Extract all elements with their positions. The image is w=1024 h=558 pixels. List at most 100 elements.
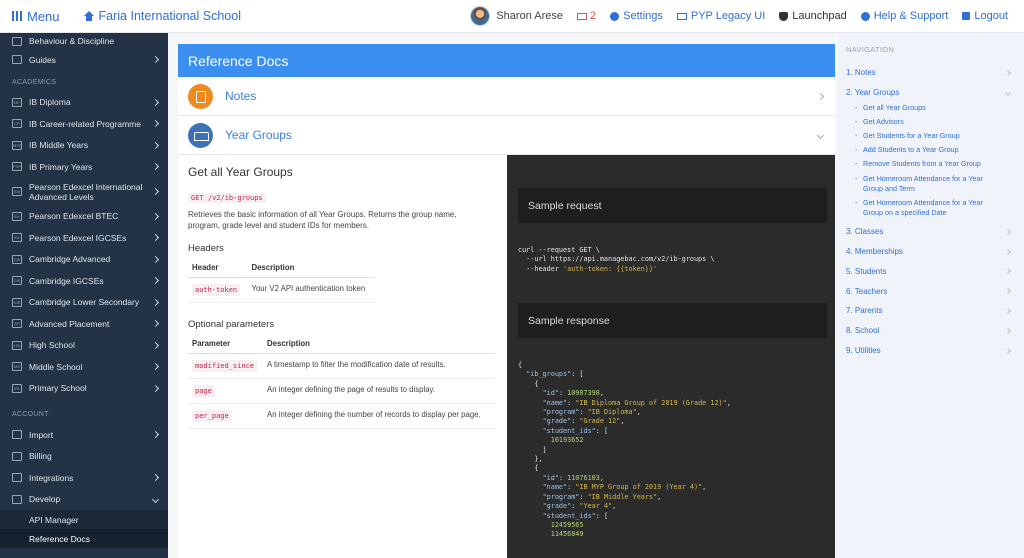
sample-request-code[interactable]: curl --request GET \ --url https://api.m… [518, 246, 827, 303]
academics-list: DP IB Diploma CP IB Career-related Programm… [0, 92, 168, 400]
sample-response-code[interactable]: { "ib_groups": [ { "id": 10907398, "name… [518, 361, 827, 540]
nav-subitem[interactable]: Add Students to a Year Group [846, 145, 1024, 155]
sidebar-item-guides[interactable]: Guides [0, 49, 168, 71]
chevron-right-icon [151, 187, 160, 196]
nav-subitem[interactable]: Remove Students from a Year Group [846, 159, 1024, 169]
nav-subitem[interactable]: Get all Year Groups [846, 103, 1024, 113]
sidebar-item-academic[interactable]: HS High School [0, 335, 168, 357]
logout-label: Logout [974, 10, 1008, 22]
home-icon [83, 11, 94, 21]
academics-heading: ACADEMICS [12, 78, 57, 86]
table-row: modified_since A timestamp to filter the… [188, 353, 494, 379]
nav-item[interactable]: 4. Memberships [846, 242, 1024, 262]
section-notes[interactable]: Notes [178, 77, 835, 116]
help-link[interactable]: Help & Support [860, 10, 948, 22]
sidebar-subitem-reference-docs[interactable]: Reference Docs [0, 529, 168, 548]
sidebar-item-behaviour[interactable]: Behaviour & Discipline [0, 33, 168, 49]
sidebar-item-academic[interactable]: CIE Cambridge Lower Secondary [0, 292, 168, 314]
sidebar-item-academic[interactable]: MS Middle School [0, 356, 168, 378]
sidebar-item-label: Cambridge Advanced [29, 254, 111, 265]
sidebar-item-academic[interactable]: PYP IB Primary Years [0, 156, 168, 178]
nav-item[interactable]: 3. Classes [846, 222, 1024, 242]
school-link[interactable]: Faria International School [83, 9, 241, 23]
program-icon: Ed [12, 233, 22, 243]
logout-link[interactable]: Logout [962, 10, 1008, 22]
sidebar-item-academic[interactable]: CP IB Career-related Programme [0, 113, 168, 135]
nav-subitem[interactable]: Get Advisors [846, 117, 1024, 127]
sidebar-item-academic[interactable]: MYP IB Middle Years [0, 135, 168, 157]
sidebar-item-academic[interactable]: Ed Pearson Edexcel BTEC [0, 206, 168, 228]
sample-request-title: Sample request [518, 188, 827, 223]
chevron-right-icon [151, 431, 160, 439]
program-icon: AP [12, 319, 22, 329]
flag-icon [12, 36, 22, 46]
notes-icon [188, 83, 213, 109]
launchpad-link[interactable]: Launchpad [779, 10, 847, 22]
sidebar-item-academic[interactable]: AP Advanced Placement [0, 313, 168, 335]
params-table: Parameter Description modified_since A t… [188, 336, 494, 429]
param-name: page [192, 385, 215, 397]
sidebar-item-label: IB Career-related Programme [29, 118, 141, 129]
nav-item[interactable]: 1. Notes [846, 63, 1024, 83]
chevron-down-icon [816, 131, 825, 139]
nav-subitem[interactable]: Get Homeroom Attendance for a Year Group… [846, 198, 1024, 218]
nav-item[interactable]: 5. Students [846, 262, 1024, 282]
sidebar-item-billing[interactable]: Billing [0, 446, 168, 468]
sidebar-item-label: Primary School [29, 383, 87, 394]
sidebar-item-academic[interactable]: Ed Pearson Edexcel IGCSEs [0, 227, 168, 249]
launchpad-label: Launchpad [792, 10, 847, 22]
sidebar-subitem-api-manager[interactable]: API Manager [0, 510, 168, 529]
sidebar-item-develop[interactable]: Develop [0, 489, 168, 511]
sidebar-item-label: High School [29, 340, 75, 351]
menu-label: Menu [27, 8, 60, 24]
gear-icon [610, 11, 620, 21]
nav-item[interactable]: 6. Teachers [846, 281, 1024, 301]
integrations-icon [12, 473, 22, 483]
table-row: page An integer defining the page of res… [188, 378, 494, 404]
chevron-right-icon [1005, 70, 1011, 76]
sidebar-item-label: IB Diploma [29, 97, 71, 108]
chevron-right-icon [151, 141, 160, 149]
sidebar-item-label: Cambridge IGCSEs [29, 275, 104, 286]
nav-item-label: 7. Parents [846, 306, 883, 316]
chevron-right-icon [1005, 268, 1011, 275]
sidebar-item-import[interactable]: Import [0, 424, 168, 446]
sidebar-item-integrations[interactable]: Integrations [0, 467, 168, 489]
sidebar-item-academic[interactable]: PS Primary School [0, 378, 168, 400]
code-panel: Sample request curl --request GET \ --ur… [507, 155, 835, 558]
chevron-right-icon [151, 98, 160, 106]
nav-item-label: 3. Classes [846, 227, 884, 237]
program-icon: PYP [12, 162, 22, 172]
year-groups-icon [188, 122, 213, 148]
sidebar-item-label: Pearson Edexcel BTEC [29, 211, 119, 222]
sidebar-item-academic[interactable]: CIE Cambridge IGCSEs [0, 270, 168, 292]
sidebar-item-academic[interactable]: EdI Pearson Edexcel International Advance… [0, 178, 168, 206]
nav-item[interactable]: 7. Parents [846, 301, 1024, 321]
sidebar-item-label: Integrations [29, 472, 74, 483]
pyp-legacy-link[interactable]: PYP Legacy UI [676, 10, 766, 22]
nav-item[interactable]: 8. School [846, 321, 1024, 341]
import-icon [12, 430, 22, 440]
chevron-right-icon [816, 92, 825, 100]
sample-response-title: Sample response [518, 303, 827, 338]
param-name: modified_since [192, 360, 258, 372]
nav-subitem[interactable]: Get Students for a Year Group [846, 131, 1024, 141]
sidebar-item-academic[interactable]: DP IB Diploma [0, 92, 168, 114]
settings-link[interactable]: Settings [610, 10, 663, 22]
sidebar-item-academic[interactable]: CIE Cambridge Advanced [0, 249, 168, 271]
table-row: per_page An integer defining the number … [188, 403, 494, 429]
user-profile[interactable]: Sharon Arese [470, 6, 563, 26]
headers-table: Header Description auth-token Your V2 AP… [188, 260, 374, 303]
nav-item[interactable]: 9. Utilities [846, 341, 1024, 361]
messages-link[interactable]: 2 [577, 10, 596, 22]
pyp-label: PYP Legacy UI [690, 10, 766, 22]
sidebar-item-label: Middle School [29, 361, 83, 372]
school-name: Faria International School [98, 9, 241, 23]
column-header: Description [263, 336, 494, 354]
sidebar: Behaviour & Discipline Guides ACADEMICS … [0, 33, 168, 558]
nav-item[interactable]: 2. Year Groups [846, 83, 1024, 103]
menu-button[interactable]: Menu [12, 9, 60, 24]
section-year-groups[interactable]: Year Groups [178, 116, 835, 155]
nav-subitem[interactable]: Get Homeroom Attendance for a Year Group… [846, 174, 1024, 194]
menu-icon [12, 11, 22, 21]
